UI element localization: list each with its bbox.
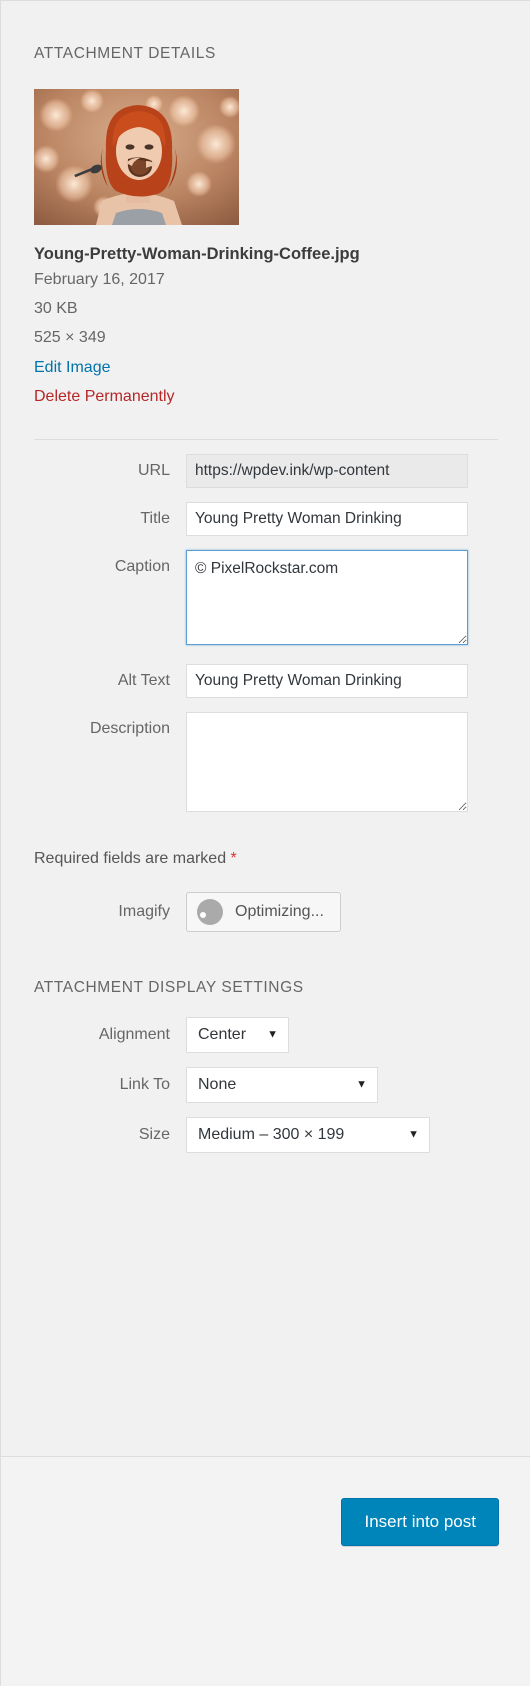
- link-to-value: None: [198, 1075, 237, 1093]
- alignment-label: Alignment: [98, 1025, 170, 1043]
- description-input[interactable]: [186, 711, 468, 812]
- required-note-text: Required fields are marked: [34, 849, 231, 867]
- url-row: URL https://wpdev.ink/wp-content: [34, 453, 498, 488]
- alt-text-label: Alt Text: [117, 671, 170, 689]
- title-row: Title: [34, 501, 498, 536]
- insert-into-post-button[interactable]: Insert into post: [341, 1498, 499, 1546]
- imagify-label: Imagify: [118, 902, 170, 920]
- attachment-date: February 16, 2017: [34, 271, 165, 289]
- required-fields-note: Required fields are marked *: [34, 850, 498, 868]
- panel-footer: Insert into post: [0, 1456, 530, 1686]
- caption-input[interactable]: [186, 549, 468, 645]
- alt-text-row: Alt Text: [34, 663, 498, 698]
- size-select[interactable]: Medium – 300 × 199 ▼: [186, 1116, 430, 1153]
- imagify-status-label: Optimizing...: [235, 902, 324, 920]
- alt-text-input[interactable]: [186, 663, 468, 698]
- edit-image-link[interactable]: Edit Image: [34, 353, 498, 382]
- page-title: ATTACHMENT DETAILS: [34, 45, 216, 62]
- alignment-row: Alignment Center ▼: [34, 1016, 498, 1053]
- chevron-down-icon: ▼: [356, 1078, 367, 1091]
- alignment-select[interactable]: Center ▼: [186, 1016, 289, 1053]
- size-label: Size: [138, 1125, 170, 1143]
- thumbnail-image: [34, 89, 239, 225]
- required-asterisk: *: [230, 849, 237, 867]
- title-input[interactable]: [186, 501, 468, 536]
- link-to-select[interactable]: None ▼: [186, 1066, 378, 1103]
- chevron-down-icon: ▼: [408, 1128, 419, 1141]
- link-to-label: Link To: [119, 1075, 170, 1093]
- divider: [34, 438, 498, 440]
- description-label: Description: [89, 719, 170, 737]
- title-label: Title: [140, 509, 170, 527]
- delete-permanently-link[interactable]: Delete Permanently: [34, 382, 498, 411]
- attachment-filename: Young-Pretty-Woman-Drinking-Coffee.jpg: [34, 245, 360, 263]
- imagify-optimizing-button[interactable]: Optimizing...: [186, 891, 341, 932]
- size-row: Size Medium – 300 × 199 ▼: [34, 1116, 498, 1153]
- attachment-filesize: 30 KB: [34, 300, 78, 318]
- loading-spinner-icon: [197, 898, 223, 925]
- attachment-dimensions: 525 × 349: [34, 329, 106, 347]
- attachment-details-panel: ATTACHMENT DETAILS Young-Pretty-Woman-Dr…: [0, 0, 530, 1456]
- url-input[interactable]: https://wpdev.ink/wp-content: [186, 453, 468, 488]
- attachment-display-settings-title: ATTACHMENT DISPLAY SETTINGS: [34, 978, 304, 996]
- attachment-thumbnail[interactable]: [34, 89, 239, 225]
- description-row: Description: [34, 711, 498, 817]
- url-label: URL: [137, 461, 170, 479]
- link-to-row: Link To None ▼: [34, 1066, 498, 1103]
- size-value: Medium – 300 × 199: [198, 1125, 345, 1143]
- caption-label: Caption: [114, 557, 170, 575]
- chevron-down-icon: ▼: [267, 1028, 278, 1041]
- caption-row: Caption: [34, 549, 498, 650]
- imagify-row: Imagify Optimizing...: [34, 891, 498, 932]
